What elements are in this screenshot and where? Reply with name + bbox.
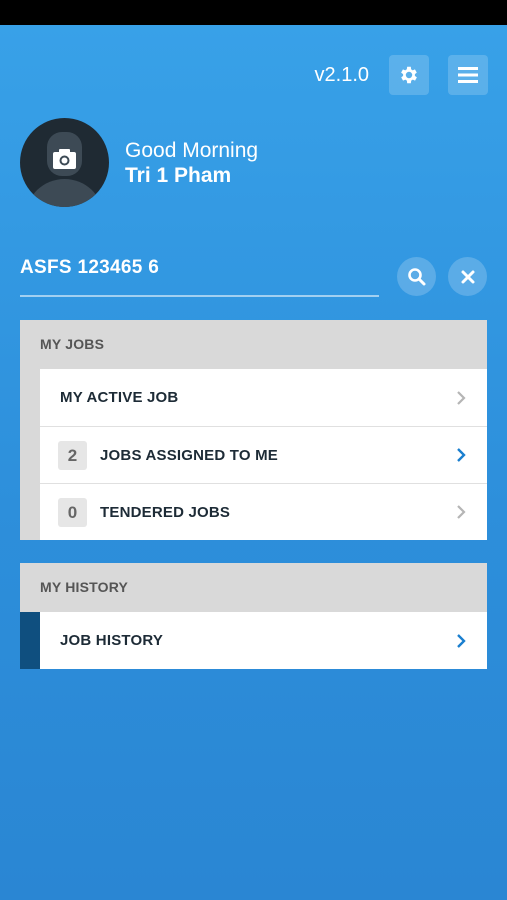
greeting-text: Good Morning (125, 139, 259, 162)
gear-icon (401, 66, 417, 84)
app-screen: v2.1.0 Good Morning Tri 1 Pham ASFS 1234… (0, 25, 507, 900)
my-active-job-item[interactable]: MY ACTIVE JOB (40, 369, 487, 426)
clear-search-button[interactable] (448, 257, 487, 296)
camera-icon (27, 132, 102, 207)
tendered-jobs-label: TENDERED JOBS (100, 503, 231, 521)
search-icon (407, 267, 425, 285)
tendered-jobs-count: 0 (58, 497, 87, 527)
job-history-label: JOB HISTORY (60, 632, 164, 649)
search-input-underline (20, 295, 379, 297)
menu-button[interactable] (448, 55, 488, 95)
my-history-header: MY HISTORY (20, 563, 487, 612)
jobs-assigned-count: 2 (58, 440, 87, 470)
job-history-item[interactable]: JOB HISTORY (40, 612, 487, 669)
hamburger-menu-icon (458, 67, 478, 83)
tendered-jobs-item[interactable]: 0 TENDERED JOBS (40, 483, 487, 540)
chevron-right-icon (457, 633, 466, 648)
settings-button[interactable] (389, 55, 429, 95)
user-name: Tri 1 Pham (125, 164, 232, 187)
close-icon (461, 270, 474, 283)
my-jobs-side-strip (20, 369, 40, 540)
my-history-card: MY HISTORY JOB HISTORY (20, 563, 487, 669)
chevron-right-icon (457, 390, 466, 405)
my-history-list: JOB HISTORY (20, 612, 487, 669)
app-version: v2.1.0 (314, 64, 369, 86)
chevron-right-icon (457, 505, 466, 519)
my-active-job-label: MY ACTIVE JOB (60, 389, 179, 406)
search-button[interactable] (397, 257, 436, 296)
jobs-assigned-item[interactable]: 2 JOBS ASSIGNED TO ME (40, 426, 487, 483)
my-jobs-card: MY JOBS MY ACTIVE JOB 2 JOBS ASSIGNED TO… (20, 320, 487, 540)
status-bar (0, 0, 507, 25)
my-jobs-header: MY JOBS (20, 320, 487, 369)
my-history-side-strip (20, 612, 40, 669)
my-jobs-list: MY ACTIVE JOB 2 JOBS ASSIGNED TO ME 0 TE… (20, 369, 487, 540)
avatar[interactable] (20, 118, 109, 207)
search-input[interactable]: ASFS 123465 6 (20, 257, 159, 279)
chevron-right-icon (457, 448, 466, 462)
jobs-assigned-label: JOBS ASSIGNED TO ME (100, 446, 278, 464)
